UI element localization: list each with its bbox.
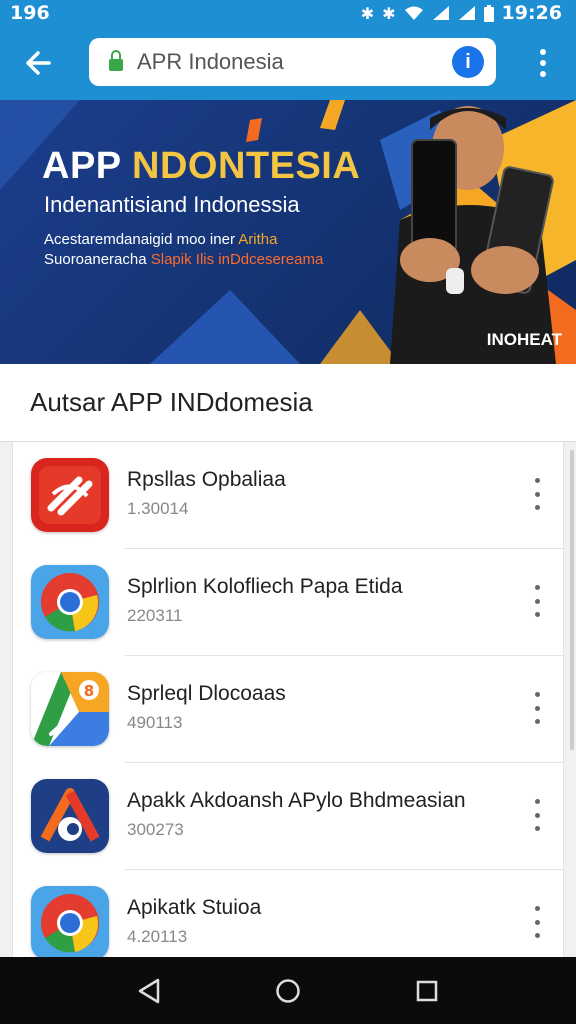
list-item[interactable]: Apakk Akdoansh APylo Bhdmeasian 300273: [13, 763, 563, 870]
system-nav-bar: [0, 957, 576, 1024]
banner-title: APP NDONTESIA: [42, 145, 360, 188]
drive-icon: 8: [31, 672, 109, 746]
app-meta: 1.30014: [127, 499, 189, 518]
app-name: Splrlion Kolofliech Papa Etida: [127, 575, 403, 598]
nav-recents-button[interactable]: [397, 961, 457, 1021]
phone-left: [411, 139, 457, 253]
status-time-left: 196: [10, 2, 50, 24]
app-meta: 220311: [127, 606, 183, 625]
app-name: Sprleql Dlocoaas: [127, 682, 286, 705]
more-options-button[interactable]: [529, 478, 545, 510]
list-item[interactable]: Rpsllas Opbaliaa 1.30014: [13, 442, 563, 549]
app-meta: 4.20113: [127, 927, 188, 946]
more-dot: [534, 812, 540, 818]
more-dot: [534, 799, 540, 804]
banner-line-2-text: Suoroaneracha: [44, 251, 151, 268]
arrow-left-icon: [26, 51, 51, 75]
wifi-icon: [404, 6, 423, 20]
banner-subtitle: Indenantisiand Indonessia: [44, 192, 300, 217]
signal-icon: [432, 6, 449, 20]
overflow-menu-button[interactable]: [532, 46, 554, 80]
battery-icon: [483, 4, 494, 22]
info-button[interactable]: i: [452, 46, 484, 78]
more-options-button[interactable]: [529, 906, 545, 938]
nav-home-button[interactable]: [258, 961, 318, 1021]
banner-line-2-highlight: Slapik Ilis inDdcesereama: [150, 251, 324, 268]
bluetooth-icon: ✱: [360, 3, 375, 23]
chrome-icon: [31, 565, 109, 639]
list-item[interactable]: Apikatk Stuioa 4.20113: [13, 870, 563, 957]
status-bar: 196 ✱ ✱ 19:26: [0, 0, 576, 26]
more-dot: [534, 692, 540, 697]
more-dot: [534, 612, 540, 617]
app-name: Apakk Akdoansh APylo Bhdmeasian: [127, 789, 466, 812]
list-item[interactable]: 8 Sprleql Dlocoaas 490113: [13, 656, 563, 763]
app-name: Apikatk Stuioa: [127, 896, 262, 919]
more-dot: [534, 505, 540, 510]
more-dot: [534, 719, 540, 724]
scrollbar[interactable]: [570, 450, 574, 750]
app-meta: 490113: [127, 713, 183, 732]
more-dot: [534, 826, 540, 831]
signal-icon-2: [458, 6, 475, 20]
status-time-right: 19:26: [501, 2, 562, 24]
square-recents-icon: [416, 980, 437, 1001]
app-meta: 300273: [127, 820, 184, 839]
section-title: Autsar APP INDdomesia: [0, 364, 576, 442]
menu-dot: [540, 71, 546, 78]
more-options-button[interactable]: [529, 799, 545, 831]
banner-title-accent: NDONTESIA: [132, 145, 361, 187]
app-name: Rpsllas Opbaliaa: [127, 468, 286, 491]
app-icon-red: [31, 458, 109, 532]
more-dot: [534, 906, 540, 911]
more-dot: [534, 705, 540, 711]
banner-line-2: Suoroaneracha Slapik Ilis inDdcesereama: [44, 251, 323, 268]
status-icons: ✱ ✱ 19:26: [361, 2, 562, 24]
banner-line-1-text: Acestaremdanaigid moo iner: [44, 231, 239, 248]
list-item[interactable]: Splrlion Kolofliech Papa Etida 220311: [13, 549, 563, 656]
studio-icon: [31, 779, 109, 853]
back-button[interactable]: [0, 26, 76, 100]
circle-home-icon: [276, 978, 300, 1003]
more-options-button[interactable]: [529, 585, 545, 617]
banner-title-main: APP: [42, 145, 133, 187]
more-dot: [534, 919, 540, 925]
url-text: APR Indonesia: [137, 49, 284, 74]
banner-badge: INOHEAT: [486, 330, 562, 349]
chrome-icon: [31, 886, 109, 957]
app-bar: APR Indonesia i: [0, 26, 576, 100]
more-dot: [534, 598, 540, 604]
svg-text:8: 8: [84, 682, 94, 700]
more-dot: [534, 478, 540, 483]
vibrate-icon: ✱: [382, 3, 396, 23]
triangle-back-icon: [139, 978, 160, 1003]
menu-dot: [540, 59, 546, 66]
lock-icon: [109, 50, 123, 71]
more-dot: [534, 933, 540, 938]
address-bar[interactable]: APR Indonesia i: [89, 38, 496, 86]
promo-banner[interactable]: APP NDONTESIA Indenantisiand Indonessia …: [0, 100, 576, 364]
banner-line-1-highlight: Aritha: [238, 231, 278, 248]
menu-dot: [540, 48, 546, 55]
nav-back-button[interactable]: [119, 961, 179, 1021]
more-dot: [534, 491, 540, 497]
banner-line-1: Acestaremdanaigid moo iner Aritha: [44, 231, 277, 248]
more-options-button[interactable]: [529, 692, 545, 724]
more-dot: [534, 585, 540, 590]
app-list: Rpsllas Opbaliaa 1.30014 Splrlion Kolofl…: [12, 442, 564, 957]
info-icon: i: [465, 50, 471, 73]
